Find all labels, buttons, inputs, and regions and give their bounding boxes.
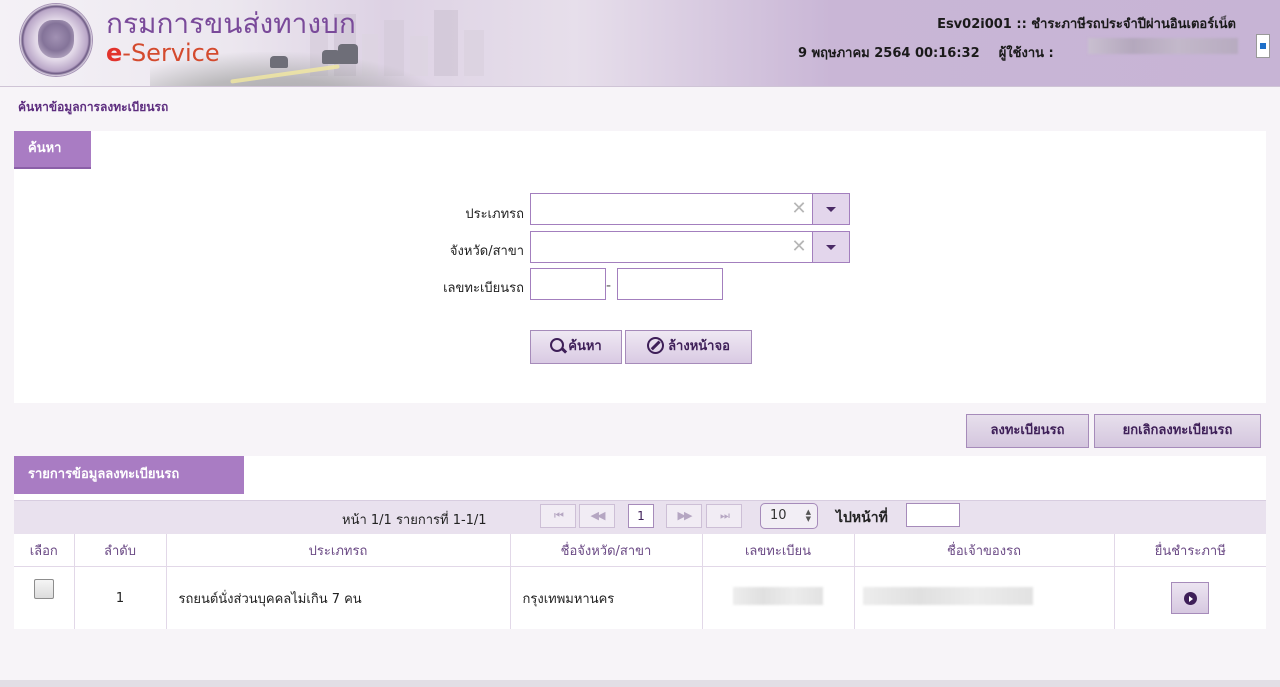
province-dropdown-button[interactable] (812, 231, 850, 263)
pay-tax-cell (1113, 566, 1266, 629)
bottom-scrollbar[interactable] (0, 680, 1280, 687)
current-page-button[interactable]: 1 (628, 504, 654, 528)
page-title: ค้นหาข้อมูลการลงทะเบียนรถ (18, 100, 169, 114)
search-tab: ค้นหา (14, 131, 91, 169)
vehicle-type-cell: รถยนต์นั่งส่วนบุคคลไม่เกิน 7 คน (165, 566, 510, 629)
brand-name-thai: กรมการขนส่งทางบก (106, 7, 356, 40)
goto-page-input[interactable] (906, 503, 960, 527)
pager: หน้า 1/1 รายการที่ 1-1/1 ⏮ ◀◀ 1 ▶▶ ⏭ 10 ▲… (14, 500, 1266, 535)
vehicle-type-dropdown-button[interactable] (812, 193, 850, 225)
registration-table: เลือก ลำดับ ประเภทรถ ชื่อจังหวัด/สาขา เล… (14, 534, 1266, 629)
province-cell: กรุงเทพมหานคร (509, 566, 702, 629)
spinner-arrows-icon: ▲ ▼ (805, 508, 811, 523)
seq-cell: 1 (73, 566, 166, 629)
col-select: เลือก (14, 534, 74, 567)
header-menu-toggle[interactable] (1256, 34, 1270, 58)
van-icon (338, 44, 358, 64)
col-province: ชื่อจังหวัด/สาขา (509, 534, 702, 567)
search-button[interactable]: ค้นหา (530, 330, 622, 364)
province-input[interactable] (531, 232, 781, 262)
owner-cell (853, 566, 1114, 629)
last-page-button[interactable]: ⏭ (706, 504, 742, 528)
search-button-label: ค้นหา (568, 339, 602, 354)
next-page-button[interactable]: ▶▶ (666, 504, 702, 528)
first-page-button[interactable]: ⏮ (540, 504, 576, 528)
search-icon (550, 337, 565, 352)
prev-page-button[interactable]: ◀◀ (579, 504, 615, 528)
department-seal-logo (20, 4, 92, 76)
vehicle-type-combobox[interactable]: ✕ (530, 193, 850, 225)
chevron-down-icon (826, 207, 836, 212)
pay-tax-button[interactable] (1171, 582, 1210, 614)
table-row: 1 รถยนต์นั่งส่วนบุคคลไม่เกิน 7 คน กรุงเท… (14, 566, 1266, 630)
ban-icon (647, 337, 665, 354)
screen-title: Esv02i001 :: ชำระภาษีรถประจำปีผ่านอินเตอ… (937, 17, 1236, 32)
col-owner: ชื่อเจ้าของรถ (853, 534, 1114, 567)
clear-icon[interactable]: ✕ (789, 198, 809, 220)
brand-service-text: -Service (122, 39, 220, 67)
vehicle-type-input[interactable] (531, 194, 781, 224)
unregister-vehicle-button[interactable]: ยกเลิกลงทะเบียนรถ (1094, 414, 1261, 448)
datetime: 9 พฤษภาคม 2564 00:16:32 (798, 46, 980, 61)
plate-number-input[interactable] (617, 268, 723, 300)
province-label: จังหวัด/สาขา (449, 244, 524, 259)
user-label: ผู้ใช้งาน : (998, 46, 1054, 61)
registration-list-tab: รายการข้อมูลลงทะเบียนรถ (14, 456, 244, 494)
reset-button-label: ล้างหน้าจอ (668, 339, 730, 354)
select-cell (14, 567, 74, 630)
clear-icon[interactable]: ✕ (789, 236, 809, 258)
page-size-select[interactable]: 10 ▲ ▼ (760, 503, 818, 529)
vehicle-type-label: ประเภทรถ (465, 207, 524, 222)
plate-redacted (733, 587, 823, 605)
pager-info: หน้า 1/1 รายการที่ 1-1/1 (342, 513, 487, 528)
table-header-row: เลือก ลำดับ ประเภทรถ ชื่อจังหวัด/สาขา เล… (14, 534, 1266, 567)
row-select-checkbox[interactable] (33, 579, 54, 599)
owner-redacted (862, 587, 1033, 605)
brand-eservice: e-Service (106, 38, 220, 68)
app-header: กรมการขนส่งทางบก e-Service Esv02i001 :: … (0, 0, 1280, 87)
register-vehicle-button[interactable]: ลงทะเบียนรถ (966, 414, 1089, 448)
page-size-value: 10 (770, 508, 787, 523)
reset-button[interactable]: ล้างหน้าจอ (625, 330, 752, 364)
province-combobox[interactable]: ✕ (530, 231, 850, 263)
username-redacted (1088, 38, 1238, 54)
col-pay-tax: ยื่นชำระภาษี (1113, 534, 1266, 567)
goto-page-label: ไปหน้าที่ (836, 510, 888, 526)
plate-label: เลขทะเบียนรถ (443, 281, 524, 296)
col-plate: เลขทะเบียน (701, 534, 854, 567)
col-vehicle-type: ประเภทรถ (165, 534, 510, 567)
chevron-down-icon (826, 245, 836, 250)
plate-cell (701, 566, 854, 629)
col-seq: ลำดับ (73, 534, 166, 567)
plate-separator: - (606, 278, 612, 294)
car-icon (270, 56, 288, 68)
datetime-user-line: 9 พฤษภาคม 2564 00:16:32 ผู้ใช้งาน : (798, 42, 1054, 63)
plate-prefix-input[interactable] (530, 268, 606, 300)
play-circle-icon (1184, 592, 1198, 605)
brand-e-letter: e (106, 39, 123, 67)
